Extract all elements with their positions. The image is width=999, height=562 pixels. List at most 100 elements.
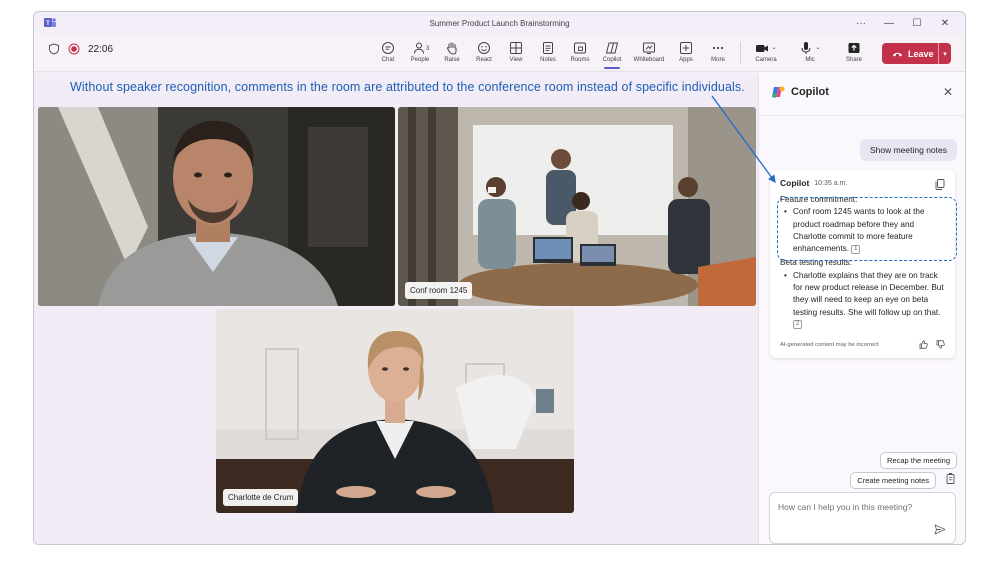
people-button[interactable]: 3 People — [404, 38, 436, 68]
video-tile-conf-room[interactable]: Conf room 1245 — [398, 107, 756, 306]
more-button[interactable]: More — [702, 38, 734, 68]
copilot-title: Copilot — [791, 86, 829, 98]
apps-label: Apps — [679, 57, 693, 63]
react-label: React — [476, 57, 492, 63]
prompt-placeholder: How can I help you in this meeting? — [778, 502, 913, 512]
react-button[interactable]: React — [468, 38, 500, 68]
chevron-down-icon[interactable]: ⌄ — [815, 44, 820, 51]
teams-logo-icon: T — [44, 18, 56, 27]
more-icon — [712, 46, 724, 50]
copilot-icon — [606, 42, 618, 54]
apps-button[interactable]: Apps — [670, 38, 702, 68]
more-label: More — [711, 57, 725, 63]
apps-icon — [680, 42, 692, 54]
rooms-label: Rooms — [570, 57, 590, 63]
leave-label: Leave — [908, 48, 934, 59]
leave-options-chevron-icon[interactable]: ▾ — [939, 50, 951, 58]
rooms-icon — [574, 42, 586, 54]
whiteboard-icon — [643, 42, 655, 54]
more-options-icon[interactable]: ··· — [847, 12, 875, 34]
window-title: Summer Product Launch Brainstorming — [429, 18, 570, 28]
message-time: 10:35 a.m. — [814, 179, 848, 187]
section-title-beta: Beta testing results: — [780, 258, 852, 268]
thumbs-up-icon[interactable] — [919, 340, 928, 349]
view-button[interactable]: View — [500, 38, 532, 68]
camera-icon — [756, 45, 769, 52]
copilot-logo-icon — [772, 86, 785, 98]
camera-label: Camera — [755, 57, 777, 63]
close-icon[interactable]: ✕ — [943, 85, 953, 99]
beta-list: Charlotte explains that they are on trac… — [780, 270, 945, 331]
copilot-message-card: Copilot 10:35 a.m. Feature commitment: C… — [770, 170, 957, 358]
video-tile-participant[interactable] — [38, 107, 395, 306]
react-icon — [478, 42, 490, 54]
video-stage: Without speaker recognition, comments in… — [34, 73, 758, 544]
share-icon — [848, 43, 860, 53]
participant-name-tag: Charlotte de Crum — [223, 489, 299, 506]
meeting-tools: Chat 3 People Raise React View Notes Roo… — [372, 38, 734, 69]
show-meeting-notes-button[interactable]: Show meeting notes — [859, 139, 957, 161]
video-tile-charlotte[interactable]: Charlotte de Crum — [216, 309, 574, 513]
send-icon[interactable] — [934, 524, 946, 535]
whiteboard-button[interactable]: Whiteboard — [628, 38, 670, 68]
prompt-guide-icon[interactable] — [946, 473, 955, 484]
charlotte-video-image — [216, 309, 574, 513]
view-label: View — [509, 57, 523, 63]
section-title-feature: Feature commitment: — [780, 195, 858, 204]
notes-button[interactable]: Notes — [532, 38, 564, 68]
citation-ref[interactable]: 1 — [851, 244, 861, 254]
copilot-prompt-input[interactable]: How can I help you in this meeting? — [769, 492, 956, 544]
window-controls: ··· — ☐ ✕ — [847, 12, 959, 34]
annotation-banner: Without speaker recognition, comments in… — [70, 80, 745, 94]
conference-room-video-image — [398, 107, 756, 306]
hang-up-icon — [893, 52, 902, 56]
microphone-icon — [801, 42, 811, 54]
message-header: Copilot 10:35 a.m. — [780, 178, 945, 188]
raise-label: Raise — [444, 57, 460, 63]
chat-label: Chat — [381, 57, 395, 63]
chat-button[interactable]: Chat — [372, 38, 404, 68]
message-author: Copilot — [780, 178, 810, 188]
raise-hand-icon — [447, 42, 457, 55]
whiteboard-label: Whiteboard — [633, 57, 665, 63]
view-icon — [510, 42, 522, 54]
recap-meeting-button[interactable]: Recap the meeting — [880, 452, 957, 469]
camera-button[interactable]: ⌄ Camera — [748, 38, 784, 68]
thumbs-down-icon[interactable] — [936, 340, 945, 349]
recording-icon — [68, 43, 80, 55]
meeting-toolbar: 22:06 Chat 3 People Raise React View Not… — [34, 34, 965, 72]
participant-video-image — [38, 107, 395, 306]
copilot-label: Copilot — [602, 57, 622, 63]
create-meeting-notes-button[interactable]: Create meeting notes — [850, 472, 936, 489]
message-footer: AI-generated content may be incorrect — [780, 340, 945, 349]
feature-list: Conf room 1245 wants to look at the prod… — [780, 206, 945, 255]
teams-meeting-window: T Summer Product Launch Brainstorming ··… — [33, 11, 966, 545]
citation-ref[interactable]: 2 — [793, 320, 802, 330]
shield-icon — [49, 43, 59, 55]
copilot-header: Copilot — [771, 85, 829, 99]
meeting-timer: 22:06 — [88, 43, 114, 55]
leave-button[interactable]: Leave ▾ — [882, 43, 951, 64]
title-bar: T Summer Product Launch Brainstorming ··… — [34, 12, 965, 34]
beta-bullet-text: Charlotte explains that they are on trac… — [793, 270, 944, 317]
participant-name-tag: Conf room 1245 — [405, 282, 473, 299]
copilot-button[interactable]: Copilot — [596, 38, 628, 69]
toolbar-divider — [740, 42, 741, 64]
notes-icon — [543, 42, 553, 54]
ai-disclaimer: AI-generated content may be incorrect — [780, 341, 879, 348]
chat-icon — [382, 42, 394, 54]
chevron-down-icon[interactable]: ⌄ — [771, 44, 776, 51]
raise-hand-button[interactable]: Raise — [436, 38, 468, 68]
meeting-status: 22:06 — [48, 43, 113, 55]
copy-icon[interactable] — [935, 179, 945, 190]
feedback-buttons — [919, 340, 945, 349]
rooms-button[interactable]: Rooms — [564, 38, 596, 68]
close-window-icon[interactable]: ✕ — [931, 12, 959, 34]
minimize-icon[interactable]: — — [875, 12, 903, 34]
mic-button[interactable]: ⌄ Mic — [792, 38, 828, 68]
share-label: Share — [845, 57, 862, 63]
svg-text:T: T — [46, 21, 50, 27]
maximize-icon[interactable]: ☐ — [903, 12, 931, 34]
share-button[interactable]: Share — [836, 38, 872, 68]
svg-text:3: 3 — [426, 46, 430, 52]
